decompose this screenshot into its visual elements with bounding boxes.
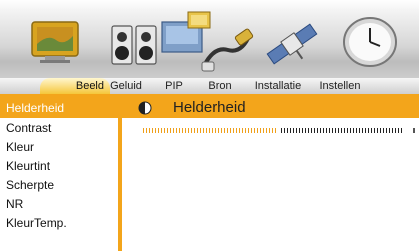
antenna-cable-icon[interactable] <box>200 26 256 74</box>
tab-beeld[interactable]: Beeld <box>40 78 110 94</box>
slider-filled-segment <box>143 128 278 133</box>
picture-settings-list: Helderheid Contrast Kleur Kleurtint Sche… <box>0 98 118 251</box>
menu-item-contrast[interactable]: Contrast <box>0 118 118 138</box>
tab-bron[interactable]: Bron <box>200 78 240 94</box>
setting-header-bar <box>118 98 419 118</box>
slider-end-tick <box>413 128 415 133</box>
brightness-slider[interactable] <box>143 128 402 133</box>
setting-title: Helderheid <box>173 99 246 116</box>
tab-pip[interactable]: PIP <box>158 78 190 94</box>
clock-settings-icon[interactable] <box>338 14 398 70</box>
list-divider <box>118 118 122 251</box>
tab-instellen[interactable]: Instellen <box>310 78 370 94</box>
menu-item-kleurtemp[interactable]: KleurTemp. <box>0 213 118 233</box>
speakers-icon[interactable] <box>110 22 160 68</box>
slider-empty-segment <box>281 128 402 133</box>
menu-item-helderheid[interactable]: Helderheid <box>0 98 118 118</box>
tv-picture-icon[interactable] <box>30 20 80 66</box>
brightness-icon <box>138 101 152 115</box>
menu-item-nr[interactable]: NR <box>0 194 118 214</box>
tab-installatie[interactable]: Installatie <box>250 78 306 94</box>
tab-bar: Beeld Geluid PIP Bron Installatie Instel… <box>0 78 419 94</box>
menu-item-scherpte[interactable]: Scherpte <box>0 175 118 195</box>
category-icon-strip <box>0 0 419 78</box>
menu-item-kleurtint[interactable]: Kleurtint <box>0 156 118 176</box>
tab-geluid[interactable]: Geluid <box>106 78 146 94</box>
satellite-icon[interactable] <box>262 18 322 70</box>
menu-item-kleur[interactable]: Kleur <box>0 137 118 157</box>
